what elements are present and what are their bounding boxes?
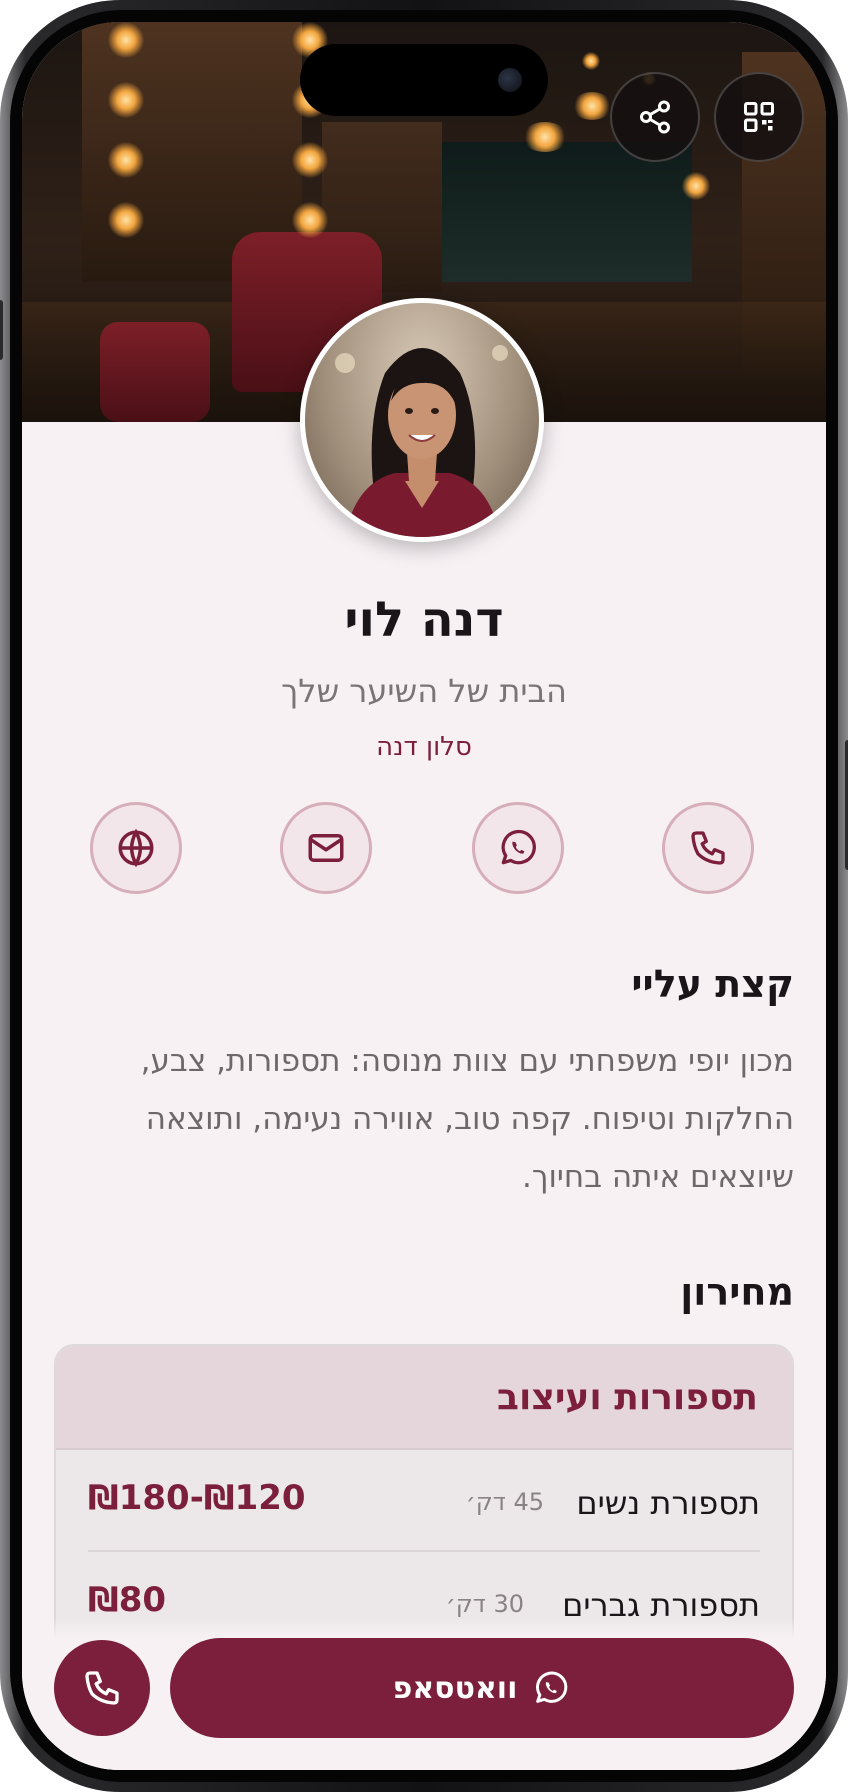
avatar <box>300 298 544 542</box>
profile-tagline: הבית של השיער שלך <box>281 672 567 710</box>
service-duration: 45 דק׳ <box>465 1488 544 1516</box>
price-category-header[interactable]: תספורות ועיצוב <box>56 1346 792 1450</box>
whatsapp-icon <box>501 829 536 865</box>
service-price: ₪120-₪180 <box>88 1478 306 1518</box>
profile-name: דנה לוי <box>344 592 504 648</box>
qr-code-button[interactable] <box>714 72 804 162</box>
qr-code-icon <box>744 102 774 132</box>
about-line: החלקות וטיפוח. קפה טוב, אווירה נעימה, ות… <box>145 1101 794 1137</box>
about-line: מכון יופי משפחתי עם צוות מנוסה: תספורות,… <box>140 1043 794 1079</box>
side-button <box>0 300 3 360</box>
mail-icon <box>308 834 344 862</box>
whatsapp-cta-label: וואטסאפ <box>392 1670 518 1706</box>
about-text: מכון יופי משפחתי עם צוות מנוסה: תספורות,… <box>62 1032 794 1206</box>
business-name: סלון דנה <box>376 732 472 762</box>
whatsapp-icon <box>536 1671 568 1703</box>
service-price: ₪80 <box>88 1580 167 1620</box>
phone-button[interactable] <box>662 802 754 894</box>
screen: דנה לוי הבית של השיער שלך סלון דנה קצת ע… <box>22 22 826 1770</box>
share-button[interactable] <box>610 72 700 162</box>
service-duration: 30 דק׳ <box>445 1590 524 1618</box>
phone-frame: דנה לוי הבית של השיער שלך סלון דנה קצת ע… <box>0 0 848 1792</box>
website-button[interactable] <box>90 802 182 894</box>
about-title: קצת עליי <box>631 962 794 1006</box>
pricing-title: מחירון <box>680 1270 794 1314</box>
phone-icon <box>691 831 725 865</box>
whatsapp-button[interactable] <box>472 802 564 894</box>
about-line: שיוצאים איתה בחיוך. <box>521 1159 794 1195</box>
phone-icon <box>85 1671 119 1705</box>
price-category-title: תספורות ועיצוב <box>497 1376 758 1418</box>
whatsapp-cta-button[interactable]: וואטסאפ <box>170 1638 794 1738</box>
email-button[interactable] <box>280 802 372 894</box>
share-icon <box>640 100 670 134</box>
globe-icon <box>118 828 154 868</box>
call-button[interactable] <box>54 1640 150 1736</box>
service-name: תספורת נשים <box>576 1484 760 1522</box>
dynamic-island <box>300 44 548 116</box>
price-row: תספורת נשים 45 דק׳ ₪120-₪180 <box>88 1450 760 1552</box>
